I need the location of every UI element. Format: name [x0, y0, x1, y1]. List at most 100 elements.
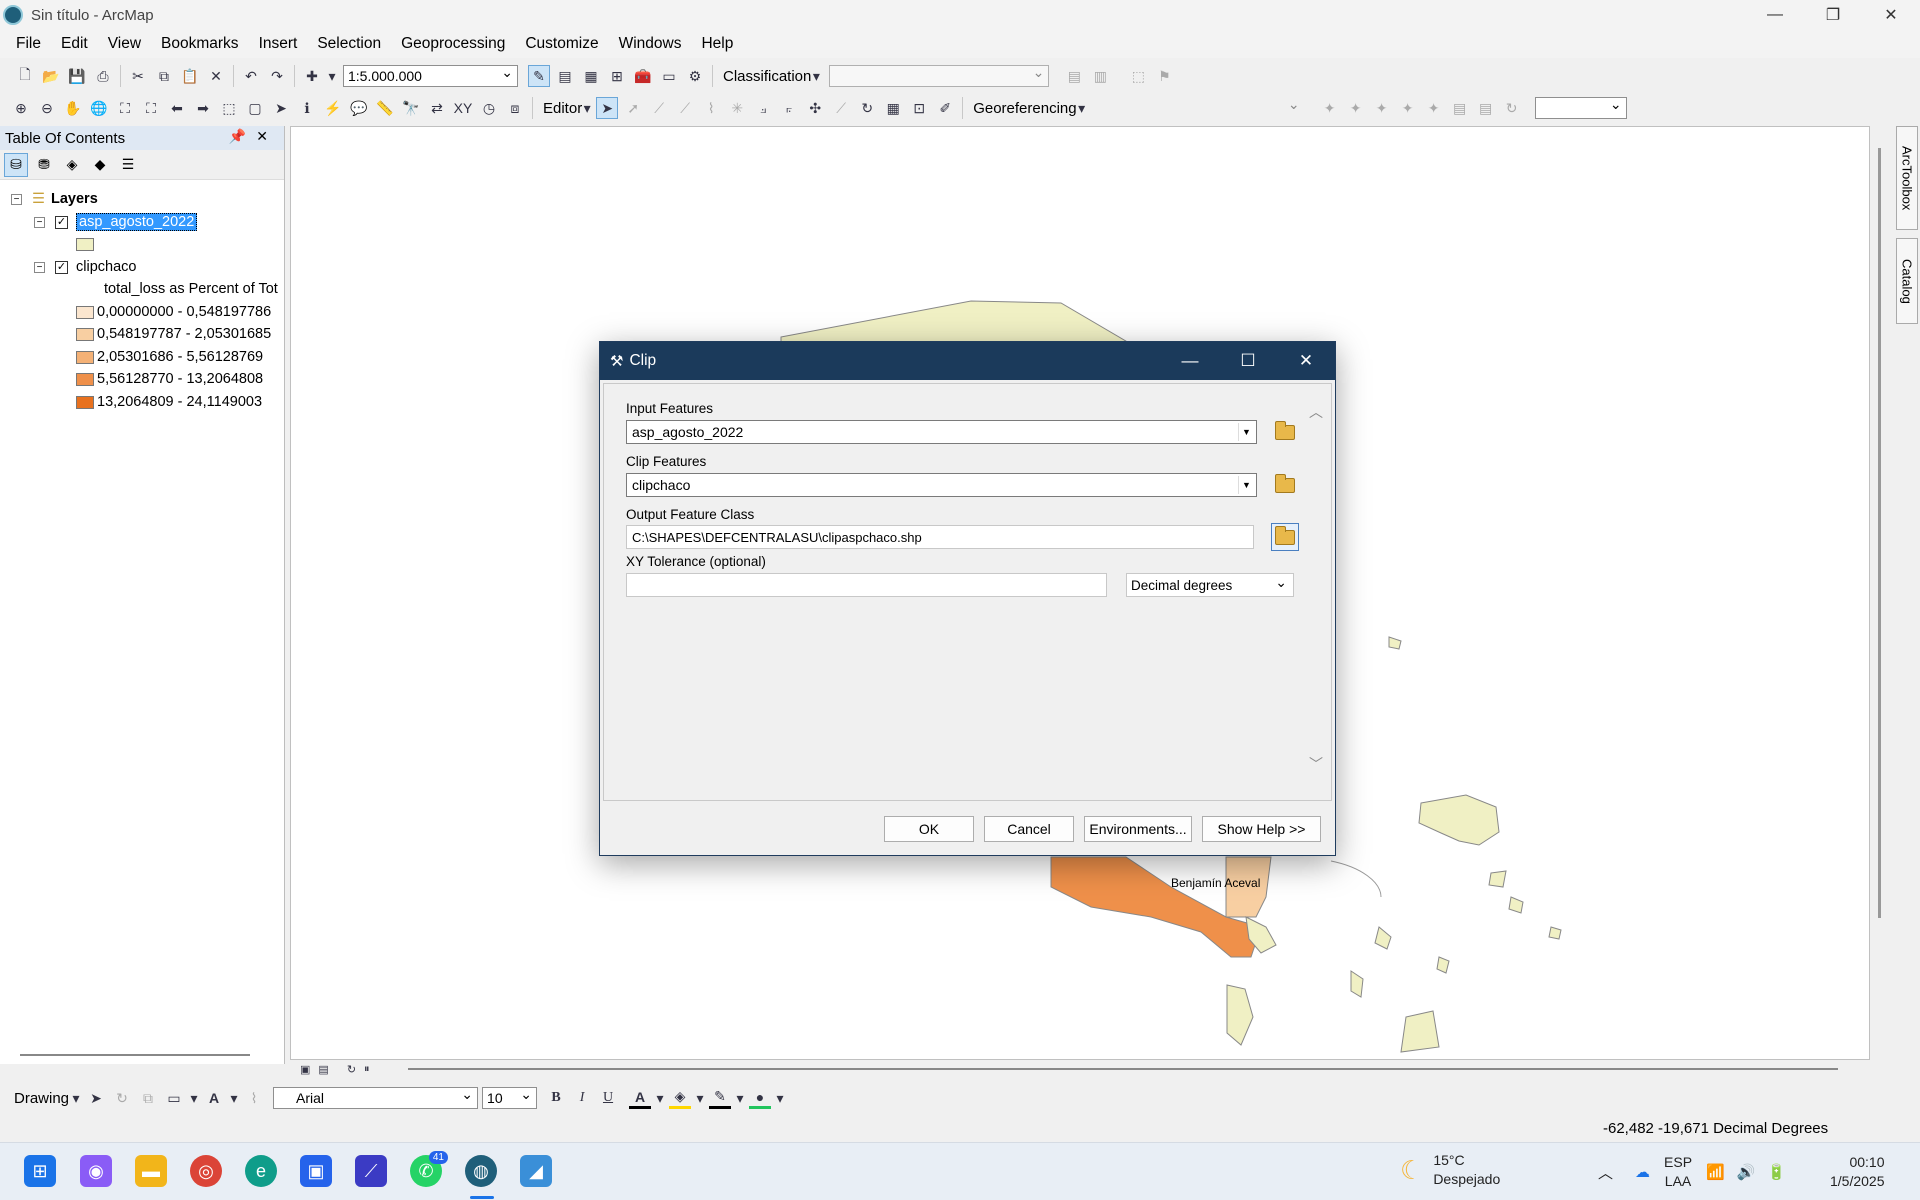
- catalog-tab[interactable]: Catalog: [1896, 238, 1918, 324]
- zoom-out-icon[interactable]: ⊖: [36, 97, 58, 119]
- map-vertical-scrollbar[interactable]: [1878, 148, 1881, 918]
- input-features-combo[interactable]: asp_agosto_2022 ▼: [626, 420, 1257, 444]
- legend-class-5[interactable]: 13,2064809 - 24,1149003: [76, 392, 262, 412]
- list-by-selection-icon[interactable]: ◆: [88, 153, 112, 177]
- start-windows-icon[interactable]: ⊞: [24, 1155, 56, 1187]
- georeferencing-dropdown-icon[interactable]: ▾: [1077, 97, 1087, 119]
- line-color-dropdown-icon[interactable]: ▾: [735, 1087, 745, 1109]
- scroll-up-icon[interactable]: ︿: [1309, 402, 1323, 422]
- time-slider-icon[interactable]: ◷: [478, 97, 500, 119]
- graph-icon[interactable]: ⬚: [1127, 65, 1149, 87]
- drawing-dropdown-icon[interactable]: ▾: [71, 1087, 81, 1109]
- edge-icon[interactable]: e: [245, 1155, 277, 1187]
- menu-windows[interactable]: Windows: [609, 35, 692, 53]
- menu-file[interactable]: File: [6, 35, 51, 53]
- rotate-georef-icon[interactable]: ↻: [1501, 97, 1523, 119]
- symbol-swatch[interactable]: [76, 395, 94, 409]
- dialog-title-bar[interactable]: ⚒ Clip — ☐ ✕: [600, 342, 1335, 380]
- symbol-swatch[interactable]: [76, 350, 94, 364]
- layer-name[interactable]: asp_agosto_2022: [76, 213, 198, 231]
- environments-button[interactable]: Environments...: [1084, 816, 1192, 842]
- split-icon[interactable]: ⟋: [830, 97, 852, 119]
- georef-shift-icon[interactable]: ✦: [1345, 97, 1367, 119]
- cancel-button[interactable]: Cancel: [984, 816, 1074, 842]
- xy-tolerance-input[interactable]: [626, 573, 1107, 597]
- store-icon[interactable]: ▣: [300, 1155, 332, 1187]
- whatsapp-icon[interactable]: ✆ 41: [410, 1151, 448, 1187]
- point-icon[interactable]: ✳: [726, 97, 748, 119]
- output-feature-class-input[interactable]: C:\SHAPES\DEFCENTRALASU\clipaspchaco.shp: [626, 525, 1254, 549]
- classification-layer-combo[interactable]: [829, 64, 1050, 87]
- menu-help[interactable]: Help: [691, 35, 743, 53]
- layer-asp-agosto-2022[interactable]: − ✓ asp_agosto_2022: [34, 212, 198, 232]
- clock[interactable]: 00:10 1/5/2025: [1830, 1153, 1885, 1191]
- toc-horizontal-scrollbar[interactable]: [20, 1054, 250, 1056]
- collapse-icon[interactable]: −: [34, 216, 45, 228]
- reshape-icon[interactable]: ⟔: [778, 97, 800, 119]
- georeferencing-menu[interactable]: Georeferencing: [967, 100, 1082, 117]
- find-route-icon[interactable]: ⇄: [426, 97, 448, 119]
- rotate-icon[interactable]: ↻: [856, 97, 878, 119]
- catalog-window-icon[interactable]: ▦: [580, 65, 602, 87]
- minimize-icon[interactable]: —: [1161, 342, 1219, 380]
- dropdown-arrow-icon[interactable]: ▼: [1238, 423, 1254, 441]
- file-explorer-icon[interactable]: ▬: [135, 1155, 167, 1187]
- layer-clipchaco[interactable]: − ✓ clipchaco: [34, 257, 136, 277]
- legend-class-3[interactable]: 2,05301686 - 5,56128769: [76, 347, 263, 367]
- layer-visibility-checkbox[interactable]: ✓: [55, 215, 68, 229]
- text-dropdown-icon[interactable]: ▾: [229, 1087, 239, 1109]
- marker-color-icon[interactable]: ●: [749, 1087, 772, 1109]
- symbol-swatch[interactable]: [76, 305, 94, 319]
- python-window-icon[interactable]: ▭: [658, 65, 680, 87]
- georef-scale-icon[interactable]: ✦: [1371, 97, 1393, 119]
- collapse-icon[interactable]: −: [11, 193, 22, 205]
- menu-customize[interactable]: Customize: [515, 35, 608, 53]
- symbol-swatch[interactable]: [76, 237, 94, 251]
- edit-vertices-icon[interactable]: ⟓: [752, 97, 774, 119]
- edit-vertices-icon[interactable]: ⌇: [243, 1087, 265, 1109]
- georeferencing-layer-combo[interactable]: [1094, 96, 1305, 119]
- straight-segment-icon[interactable]: ⟋: [648, 97, 670, 119]
- layout-view-icon[interactable]: ▤: [318, 1063, 328, 1076]
- close-icon[interactable]: ✕: [1277, 342, 1335, 380]
- end-point-arc-icon[interactable]: ⟋: [674, 97, 696, 119]
- show-help-button[interactable]: Show Help >>: [1202, 816, 1321, 842]
- battery-icon[interactable]: 🔋: [1767, 1163, 1786, 1181]
- font-name-combo[interactable]: Arial: [273, 1086, 479, 1109]
- font-size-combo[interactable]: 10: [482, 1086, 538, 1109]
- add-data-dropdown-icon[interactable]: ▾: [327, 65, 337, 87]
- edit-annotation-icon[interactable]: ➚: [622, 97, 644, 119]
- scale-combo[interactable]: 1:5.000.000: [343, 64, 518, 87]
- arctoolbox-tab[interactable]: ArcToolbox: [1896, 126, 1918, 230]
- edit-tool-icon[interactable]: ➤: [596, 97, 619, 119]
- viewer-window-icon[interactable]: ⧈: [504, 97, 526, 119]
- menu-insert[interactable]: Insert: [249, 35, 308, 53]
- maximize-icon[interactable]: ☐: [1219, 342, 1277, 380]
- layers-root[interactable]: − ☰ Layers: [11, 189, 98, 209]
- drawing-menu[interactable]: Drawing: [14, 1090, 69, 1107]
- copy-icon[interactable]: ⧉: [153, 65, 175, 87]
- ok-button[interactable]: OK: [884, 816, 974, 842]
- layer-name[interactable]: clipchaco: [76, 259, 136, 275]
- arcmap-icon[interactable]: ◍: [465, 1155, 497, 1187]
- arctoolbox-icon[interactable]: 🧰: [632, 65, 654, 87]
- input-features-browse-button[interactable]: [1271, 418, 1299, 446]
- flag-icon[interactable]: ⚑: [1153, 65, 1175, 87]
- output-feature-class-browse-button[interactable]: [1271, 523, 1299, 551]
- fixed-zoom-in-icon[interactable]: ⛶: [114, 97, 136, 119]
- legend-class-1[interactable]: 0,00000000 - 0,548197786: [76, 302, 271, 322]
- chevron-up-icon[interactable]: ︿: [1598, 1162, 1613, 1183]
- onedrive-icon[interactable]: ☁: [1635, 1163, 1650, 1181]
- select-features-icon[interactable]: ⬚: [218, 97, 240, 119]
- powerautomate-icon[interactable]: ⟋: [355, 1155, 387, 1187]
- weather-widget[interactable]: ☾ 15°C Despejado: [1400, 1151, 1500, 1189]
- wifi-icon[interactable]: 📶: [1706, 1163, 1725, 1181]
- link-table-icon[interactable]: ▤: [1475, 97, 1497, 119]
- menu-geoprocessing[interactable]: Geoprocessing: [391, 35, 515, 53]
- save-icon[interactable]: 💾: [66, 65, 88, 87]
- restore-icon[interactable]: ❐: [1804, 0, 1862, 30]
- legend-class-2[interactable]: 0,548197787 - 2,05301685: [76, 324, 271, 344]
- menu-view[interactable]: View: [98, 35, 151, 53]
- redo-icon[interactable]: ↷: [266, 65, 288, 87]
- select-elements-icon[interactable]: ➤: [85, 1087, 107, 1109]
